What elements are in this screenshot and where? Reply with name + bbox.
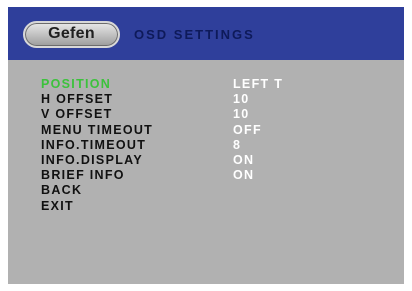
menu-item-label: H OFFSET bbox=[41, 92, 114, 107]
menu-item-label: EXIT bbox=[41, 198, 74, 213]
menu-item-brief-info[interactable]: BRIEF INFO ON bbox=[41, 168, 381, 183]
osd-title: OSD SETTINGS bbox=[134, 27, 255, 42]
menu-item-value: ON bbox=[233, 152, 255, 167]
menu-item-value: 8 bbox=[233, 137, 242, 152]
menu-item-back[interactable]: BACK bbox=[41, 183, 381, 198]
osd-header: Gefen OSD SETTINGS bbox=[8, 7, 404, 60]
menu-item-v-offset[interactable]: V OFFSET 10 bbox=[41, 107, 381, 122]
menu-item-label: V OFFSET bbox=[41, 107, 113, 122]
menu-item-label: BRIEF INFO bbox=[41, 168, 125, 183]
menu-item-value: OFF bbox=[233, 122, 262, 137]
menu-item-h-offset[interactable]: H OFFSET 10 bbox=[41, 92, 381, 107]
menu-item-info-display[interactable]: INFO.DISPLAY ON bbox=[41, 153, 381, 168]
menu-item-value: 10 bbox=[233, 107, 250, 122]
menu-item-value: 10 bbox=[233, 92, 250, 107]
menu-item-info-timeout[interactable]: INFO.TIMEOUT 8 bbox=[41, 138, 381, 153]
menu-item-position[interactable]: POSITION LEFT T bbox=[41, 77, 381, 92]
osd-settings-menu: POSITION LEFT T H OFFSET 10 V OFFSET 10 … bbox=[41, 77, 381, 214]
menu-item-label: INFO.TIMEOUT bbox=[41, 137, 147, 152]
gefen-logo: Gefen bbox=[23, 21, 120, 48]
menu-item-value: LEFT T bbox=[233, 77, 284, 91]
menu-item-menu-timeout[interactable]: MENU TIMEOUT OFF bbox=[41, 123, 381, 138]
menu-item-label: POSITION bbox=[41, 77, 112, 91]
menu-item-label: MENU TIMEOUT bbox=[41, 122, 154, 137]
menu-item-label: INFO.DISPLAY bbox=[41, 152, 143, 167]
menu-item-value: ON bbox=[233, 168, 255, 183]
menu-item-label: BACK bbox=[41, 183, 83, 198]
menu-item-exit[interactable]: EXIT bbox=[41, 199, 381, 214]
osd-screen: Gefen OSD SETTINGS POSITION LEFT T H OFF… bbox=[8, 7, 404, 284]
